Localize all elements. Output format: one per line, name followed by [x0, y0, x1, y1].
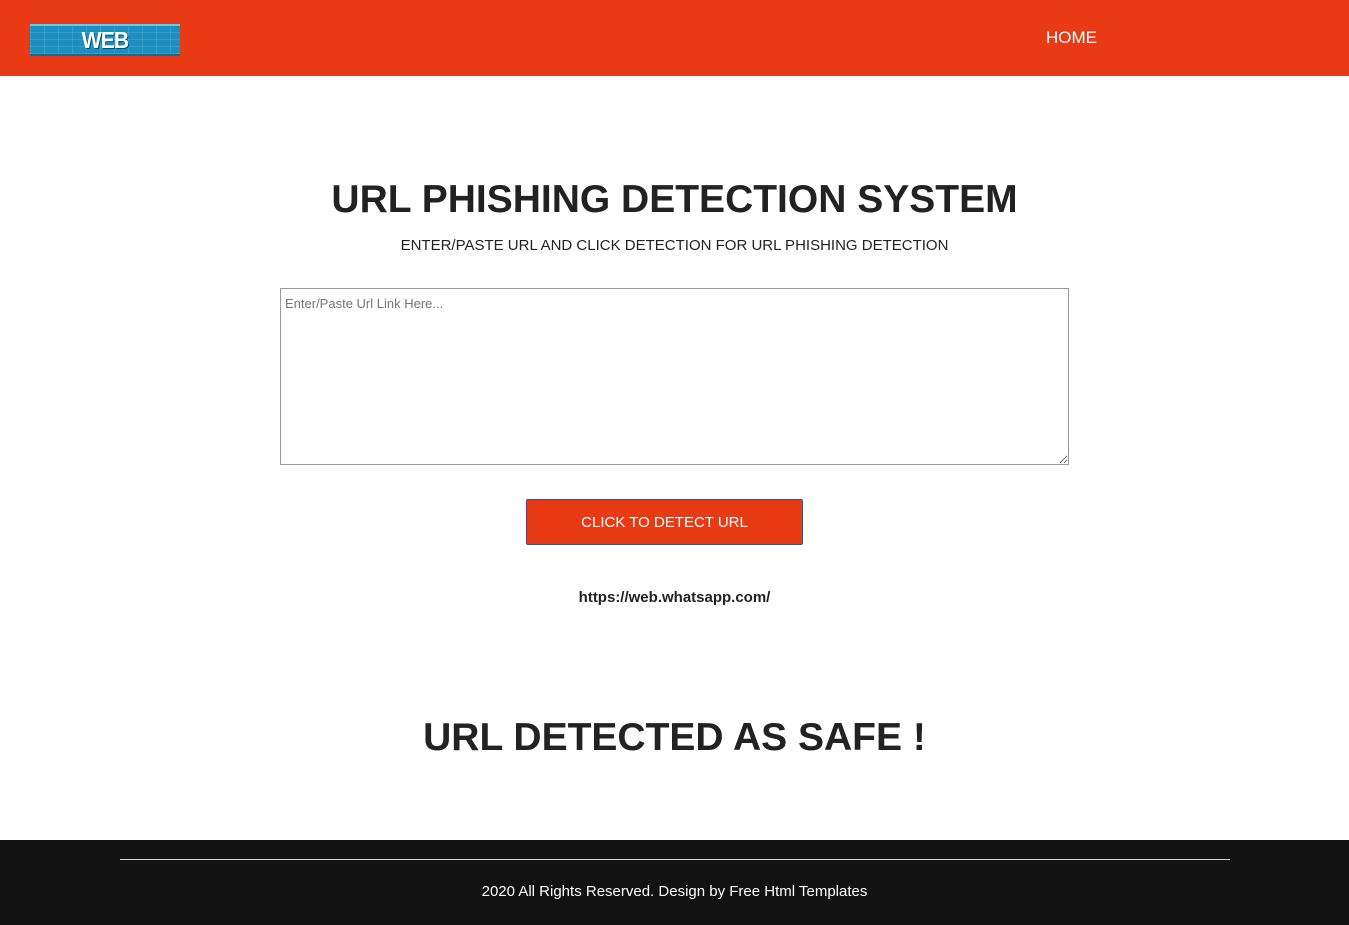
page-footer: 2020 All Rights Reserved. Design by Free… — [0, 840, 1349, 925]
top-navbar: WEB DEFEND! HOME — [0, 0, 1349, 76]
nav-home-link[interactable]: HOME — [1046, 26, 1097, 50]
checked-url-text: https://web.whatsapp.com/ — [578, 589, 771, 606]
detect-url-button[interactable]: CLICK TO DETECT URL — [526, 499, 803, 545]
site-logo[interactable]: WEB DEFEND! — [30, 24, 180, 56]
copyright-text: 2020 All Rights Reserved. Design by Free… — [481, 883, 868, 900]
page-subtitle: ENTER/PASTE URL AND CLICK DETECTION FOR … — [400, 237, 949, 254]
page-title: URL PHISHING DETECTION SYSTEM — [331, 178, 1018, 221]
url-input[interactable] — [280, 288, 1069, 465]
logo-text: WEB DEFEND! — [81, 27, 130, 53]
footer-divider — [120, 859, 1230, 860]
detection-result: URL DETECTED AS SAFE ! — [423, 716, 926, 759]
